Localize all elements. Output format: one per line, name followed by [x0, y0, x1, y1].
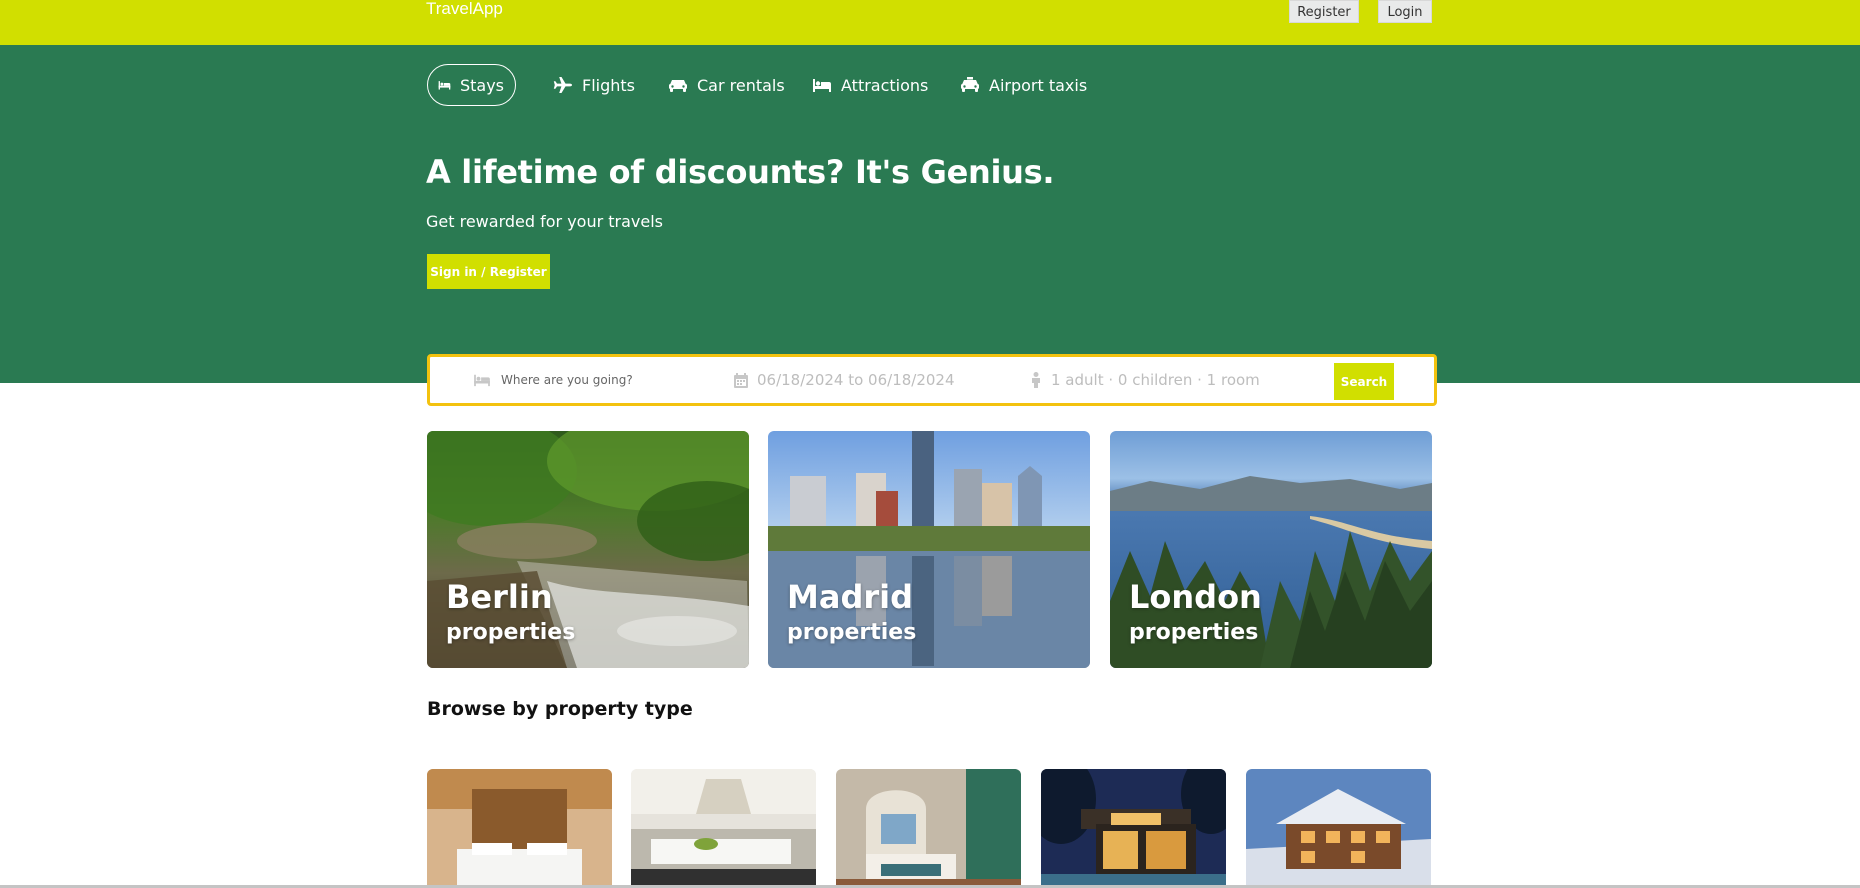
tab-car-rentals[interactable]: Car rentals	[668, 64, 785, 106]
login-button[interactable]: Login	[1378, 0, 1432, 23]
cabin-snow-image	[1246, 769, 1431, 888]
featured-city-card[interactable]: Berlin properties	[427, 431, 749, 668]
hotel-room-image	[427, 769, 612, 888]
bed-icon	[438, 81, 451, 90]
car-icon	[669, 80, 687, 92]
sign-in-register-button[interactable]: Sign in / Register	[427, 254, 550, 289]
hero-title: A lifetime of discounts? It's Genius.	[426, 153, 1055, 191]
villa-night-image	[1041, 769, 1226, 888]
plane-icon	[553, 77, 572, 93]
tab-stays[interactable]: Stays	[427, 64, 516, 106]
tab-airport-taxis-label: Airport taxis	[989, 75, 1088, 95]
top-bar: TravelApp Register Login	[0, 0, 1860, 45]
person-icon	[1032, 372, 1040, 388]
date-field[interactable]: 06/18/2024 to 06/18/2024	[734, 357, 955, 403]
city-name: London	[1129, 578, 1262, 616]
tab-car-rentals-label: Car rentals	[697, 75, 785, 95]
featured-city-card[interactable]: Madrid properties	[768, 431, 1090, 668]
bed-icon	[474, 374, 490, 387]
city-name: Berlin	[446, 578, 553, 616]
resort-room-image	[836, 769, 1021, 888]
property-type-card-hotel[interactable]	[427, 769, 612, 888]
tab-stays-label: Stays	[459, 75, 504, 95]
hero-subtitle: Get rewarded for your travels	[426, 212, 663, 231]
city-subtitle: properties	[1129, 620, 1259, 645]
destination-input[interactable]	[501, 373, 701, 387]
property-type-card-cabin[interactable]	[1246, 769, 1431, 888]
city-subtitle: properties	[446, 620, 576, 645]
app-logo[interactable]: TravelApp	[426, 0, 503, 18]
property-type-card-apartment[interactable]	[631, 769, 816, 888]
property-type-card-resort[interactable]	[836, 769, 1021, 888]
tab-airport-taxis[interactable]: Airport taxis	[960, 64, 1087, 106]
city-subtitle: properties	[787, 620, 917, 645]
date-range-text: 06/18/2024 to 06/18/2024	[757, 371, 955, 389]
bed-icon	[813, 79, 831, 92]
tab-flights[interactable]: Flights	[553, 64, 635, 106]
tab-attractions[interactable]: Attractions	[812, 64, 928, 106]
guests-field[interactable]: 1 adult · 0 children · 1 room	[1030, 357, 1260, 403]
hero-section	[0, 45, 1860, 383]
tab-attractions-label: Attractions	[841, 75, 929, 95]
property-type-card-villa[interactable]	[1041, 769, 1226, 888]
guests-text: 1 adult · 0 children · 1 room	[1051, 371, 1260, 389]
taxi-icon	[961, 77, 979, 92]
calendar-icon	[734, 372, 748, 388]
register-button[interactable]: Register	[1289, 0, 1359, 23]
destination-field[interactable]	[472, 357, 701, 403]
browse-section-title: Browse by property type	[427, 698, 693, 720]
search-button[interactable]: Search	[1334, 363, 1394, 400]
featured-city-card[interactable]: London properties	[1110, 431, 1432, 668]
city-name: Madrid	[787, 578, 913, 616]
apartment-kitchen-image	[631, 769, 816, 888]
tab-flights-label: Flights	[582, 75, 635, 95]
search-bar: 06/18/2024 to 06/18/2024 1 adult · 0 chi…	[427, 354, 1437, 406]
